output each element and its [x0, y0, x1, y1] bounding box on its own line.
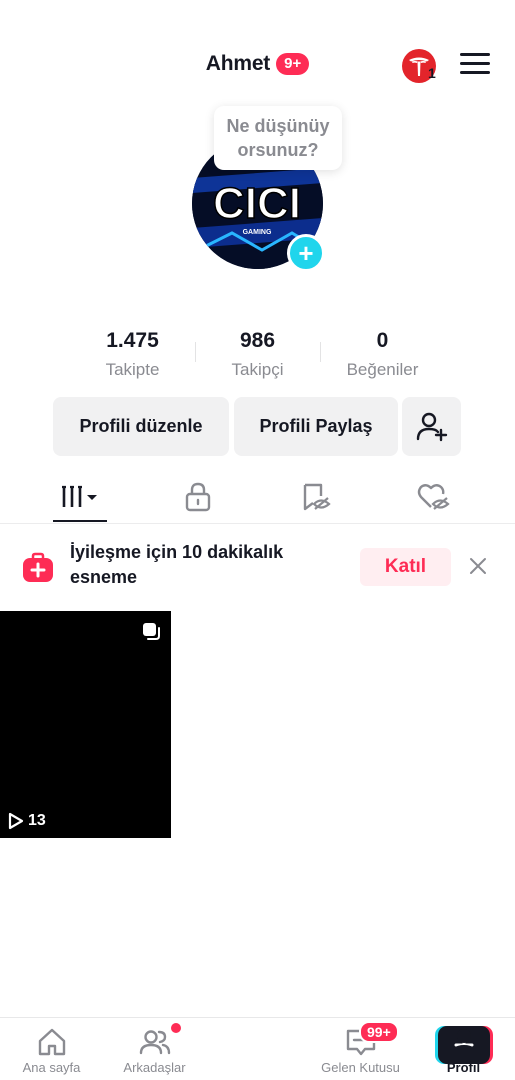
play-count-value: 13 [28, 812, 46, 829]
multi-post-icon [143, 623, 160, 640]
stat-likes-label: Beğeniler [346, 360, 419, 379]
profile-icon [451, 1029, 477, 1056]
avatar-logo-subtext: GAMING [243, 229, 272, 236]
join-button[interactable]: Katıl [360, 548, 451, 586]
profile-header: Ahmet 9+ 1 [0, 0, 515, 100]
stat-followers-value: 986 [239, 329, 276, 352]
friends-notification-dot [171, 1023, 181, 1033]
stat-followers-label: Takipçi [231, 360, 284, 379]
nav-friends-label: Arkadaşlar [123, 1060, 186, 1075]
inbox-badge: 99+ [359, 1021, 399, 1043]
hidden-bookmark-icon [303, 483, 331, 511]
banner-text: İyileşme için 10 dakikalık esneme [70, 542, 284, 587]
hidden-liked-icon [417, 484, 450, 510]
username-switcher[interactable]: Ahmet 9+ [0, 52, 515, 76]
hamburger-menu-icon[interactable] [460, 53, 490, 77]
tab-videos[interactable] [53, 480, 107, 514]
stat-following[interactable]: 1.475 Takipte [70, 328, 195, 380]
stat-likes[interactable]: 0 Beğeniler [320, 328, 445, 380]
nav-home-label: Ana sayfa [22, 1060, 81, 1075]
bubble-text-line1: Ne düşünüy [226, 116, 330, 136]
stat-likes-value: 0 [376, 329, 389, 352]
tab-private[interactable] [171, 480, 225, 514]
home-icon [38, 1028, 66, 1056]
nav-home[interactable]: Ana sayfa [0, 1018, 103, 1080]
nav-inbox[interactable]: 99+ Gelen Kutusu [309, 1018, 412, 1080]
add-friend-button[interactable] [402, 397, 461, 456]
nav-profile-label: Profil [446, 1060, 481, 1075]
close-icon[interactable] [467, 555, 489, 577]
friends-icon [139, 1030, 171, 1055]
share-profile-button[interactable]: Profili Paylaş [234, 397, 398, 456]
video-play-count: 13 [8, 812, 46, 830]
bottom-navigation: Ana sayfa Arkadaşlar 99+ Gelen Kutusu Pr… [0, 1017, 515, 1080]
stat-followers[interactable]: 986 Takipçi [195, 328, 320, 380]
add-story-button[interactable]: + [287, 234, 325, 272]
nav-inbox-label: Gelen Kutusu [321, 1060, 400, 1075]
thought-bubble[interactable]: Ne düşünüy orsunuz? [214, 106, 342, 170]
nav-create[interactable] [206, 1018, 493, 1080]
content-tabs [0, 470, 515, 524]
nav-friends[interactable]: Arkadaşlar [103, 1018, 206, 1080]
bubble-text-line2: orsunuz? [237, 140, 319, 160]
health-kit-icon [23, 552, 53, 582]
tab-liked[interactable] [407, 480, 461, 514]
tesla-badge-count: 1 [428, 65, 436, 81]
lock-icon [185, 482, 211, 512]
profile-stats: 1.475 Takipte 986 Takipçi 0 Beğeniler [70, 328, 445, 380]
edit-profile-button[interactable]: Profili düzenle [53, 397, 229, 456]
play-icon [8, 812, 24, 830]
grid-videos-icon [62, 485, 97, 507]
username[interactable]: Ahmet [206, 52, 271, 76]
nav-profile[interactable]: Profil [412, 1018, 515, 1080]
active-tab-indicator [53, 520, 107, 522]
stat-following-label: Takipte [105, 360, 160, 379]
tab-saved[interactable] [289, 480, 343, 514]
stat-following-value: 1.475 [106, 329, 159, 352]
account-notification-badge: 9+ [276, 53, 310, 75]
add-user-icon [416, 412, 447, 441]
avatar-logo-text: CICI [213, 179, 301, 228]
video-thumbnail[interactable]: 13 [0, 611, 171, 838]
challenge-banner[interactable]: İyileşme için 10 dakikalık esneme Katıl [0, 530, 515, 600]
